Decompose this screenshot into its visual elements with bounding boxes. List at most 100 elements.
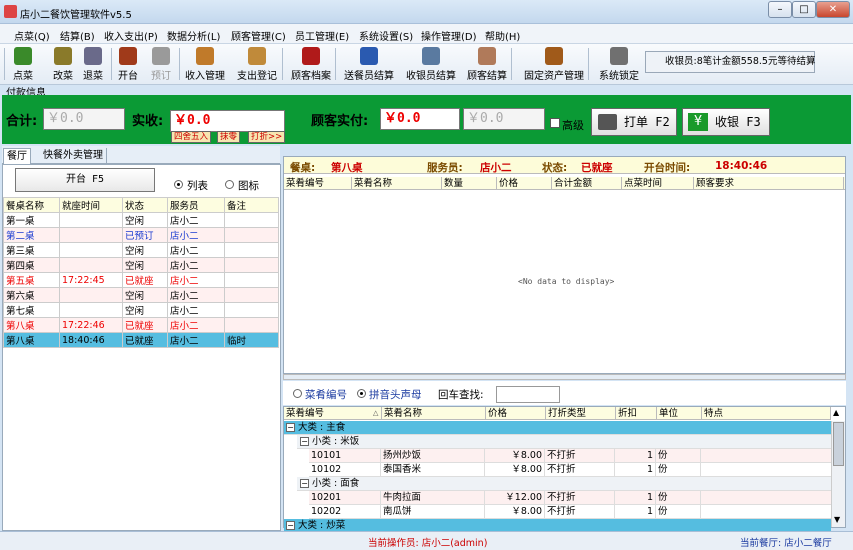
dish-category-row[interactable]: − 大类 : 主食 (284, 421, 831, 435)
dish-cell-price: ￥8.00 (485, 463, 545, 476)
dish-list-scrollbar[interactable]: ▼ (831, 421, 845, 527)
dish-subcategory-row[interactable]: − 小类 : 面食 (297, 477, 831, 491)
dish-row[interactable]: 10201 牛肉拉面 ￥12.00 不打折 1 份 (309, 491, 831, 505)
table-cell-waiter: 店小二 (167, 227, 225, 243)
order-table-value: 第八桌 (331, 162, 363, 174)
table-cell-status: 空闲 (122, 287, 168, 303)
scroll-down-icon[interactable]: ▼ (834, 515, 840, 524)
maximize-button[interactable]: □ (792, 1, 816, 18)
table-cell-status: 空闲 (122, 257, 168, 273)
advanced-checkbox[interactable] (550, 118, 560, 128)
order-column-header: 点菜时间 (622, 177, 694, 190)
dish-row[interactable]: 10102 泰国香米 ￥8.00 不打折 1 份 (309, 463, 831, 477)
table-cell-time: 18:40:46 (59, 332, 123, 348)
dish-row[interactable]: 10202 南瓜饼 ￥8.00 不打折 1 份 (309, 505, 831, 519)
menu-settings[interactable]: 系统设置(S) (359, 28, 413, 43)
menu-income[interactable]: 收入支出(P) (104, 28, 158, 43)
toolbar-edit-dish-button[interactable]: 改菜 (48, 47, 78, 82)
search-by-code-label: 菜肴编号 (305, 389, 347, 401)
collapse-icon[interactable]: − (300, 479, 309, 488)
panel-splitter[interactable] (283, 374, 846, 380)
table-row[interactable]: 第七桌 空闲 店小二 (3, 302, 279, 318)
tab-restaurant[interactable]: 餐厅 (3, 148, 31, 164)
yuan-icon: ¥ (688, 113, 708, 131)
menu-customer[interactable]: 顾客管理(C) (231, 28, 286, 43)
scroll-up-icon[interactable]: ▲ (833, 408, 839, 417)
actual-field[interactable]: ￥0.0 (170, 110, 285, 132)
order-waiter-value: 店小二 (480, 162, 512, 174)
table-row[interactable]: 第六桌 空闲 店小二 (3, 287, 279, 303)
search-by-pinyin-radio[interactable] (357, 389, 366, 398)
table-row[interactable]: 第二桌 已预订 店小二 (3, 227, 279, 243)
dish-subcategory-row[interactable]: − 小类 : 米饭 (297, 435, 831, 449)
collapse-icon[interactable]: − (300, 437, 309, 446)
cash-button[interactable]: ¥ 收银 F3 (682, 108, 770, 136)
search-by-code-radio[interactable] (293, 389, 302, 398)
toolbar-return-dish-button[interactable]: 退菜 (78, 47, 108, 82)
search-bar (283, 381, 846, 405)
dish-cell-unit: 份 (656, 463, 701, 476)
table-cell-waiter: 店小二 (167, 272, 225, 288)
toolbar-fixed-asset-button[interactable]: 固定资产管理 (523, 47, 585, 82)
table-row[interactable]: 第三桌 空闲 店小二 (3, 242, 279, 258)
table-cell-note: 临时 (224, 332, 279, 348)
zero-button[interactable]: 抹零 (217, 131, 241, 143)
table-row[interactable]: 第五桌 17:22:45 已就座 店小二 (3, 272, 279, 288)
toolbar-cashier-settle-button[interactable]: 收银员结算 (405, 47, 457, 82)
toolbar-label: 点菜 (13, 71, 33, 82)
minimize-button[interactable]: – (768, 1, 792, 18)
close-button[interactable]: ✕ (816, 1, 850, 18)
cashier-notice[interactable]: 收银员:8笔计金额558.5元等待结算 (645, 51, 815, 73)
collapse-icon[interactable]: − (286, 423, 295, 432)
dish-cell-unit: 份 (656, 449, 701, 462)
view-list-radio[interactable] (174, 180, 183, 189)
table-cell-time: 17:22:45 (59, 272, 123, 288)
toolbar-order-button[interactable]: 点菜 (8, 47, 38, 82)
toolbar-label: 收入管理 (185, 71, 225, 82)
dish-cell-name: 泰国香米 (381, 463, 485, 476)
dish-row[interactable]: 10101 扬州炒饭 ￥8.00 不打折 1 份 (309, 449, 831, 463)
table-row[interactable]: 第四桌 空闲 店小二 (3, 257, 279, 273)
menu-settle[interactable]: 结算(B) (60, 28, 95, 43)
table-cell-status: 已就座 (122, 272, 168, 288)
table-row[interactable]: 第八桌 18:40:46 已就座 店小二 临时 (3, 332, 279, 348)
open-table-button[interactable]: 开台 F5 (15, 168, 155, 192)
dish-column-header: 折扣 (616, 407, 657, 420)
print-bill-label: 打单 F2 (624, 115, 670, 129)
scrollbar-thumb[interactable] (833, 422, 844, 466)
toolbar-customer-settle-button[interactable]: 顾客结算 (466, 47, 508, 82)
dish-cell-price: ￥12.00 (485, 491, 545, 504)
collapse-icon[interactable]: − (286, 521, 295, 530)
view-icon-radio[interactable] (225, 180, 234, 189)
toolbar-lock-button[interactable]: 系统锁定 (597, 47, 641, 82)
menu-help[interactable]: 帮助(H) (485, 28, 520, 43)
round-button[interactable]: 四舍五入 (171, 131, 212, 143)
menu-operation[interactable]: 操作管理(D) (421, 28, 477, 43)
order-time-value: 18:40:46 (715, 160, 768, 172)
discount-button[interactable]: 打折>> (248, 131, 286, 143)
menu-staff[interactable]: 员工管理(E) (295, 28, 349, 43)
tab-takeout[interactable]: 快餐外卖管理 (40, 148, 107, 164)
toolbar-separator (335, 48, 336, 80)
toolbar-expense-button[interactable]: 支出登记 (235, 47, 279, 82)
dish-cell-type: 不打折 (545, 463, 615, 476)
toolbar-open-table-button[interactable]: 开台 (114, 47, 142, 82)
toolbar-income-button[interactable]: 收入管理 (182, 47, 228, 82)
order-column-header: 数量 (442, 177, 497, 190)
paid-field[interactable]: ￥0.0 (380, 108, 460, 130)
print-bill-button[interactable]: 打单 F2 (591, 108, 677, 136)
table-row[interactable]: 第八桌 17:22:46 已就座 店小二 (3, 317, 279, 333)
table-cell-note (224, 212, 279, 228)
expense-icon (248, 47, 266, 65)
table-row[interactable]: 第一桌 空闲 店小二 (3, 212, 279, 228)
return-dish-icon (84, 47, 102, 65)
toolbar-customer-file-button[interactable]: 顾客档案 (290, 47, 332, 82)
dish-column-header: 特点 (702, 407, 831, 420)
order-grid-header: 菜肴编号 菜肴名称 数量 价格 合计金额 点菜时间 顾客要求 (284, 177, 845, 190)
menu-analysis[interactable]: 数据分析(L) (167, 28, 220, 43)
toolbar-reserve-button[interactable]: 预订 (146, 47, 176, 82)
toolbar-delivery-settle-button[interactable]: 送餐员结算 (343, 47, 395, 82)
search-input[interactable] (496, 386, 560, 403)
menu-order[interactable]: 点菜(Q) (14, 28, 50, 43)
dish-column-header: 菜肴编号 (284, 407, 382, 420)
